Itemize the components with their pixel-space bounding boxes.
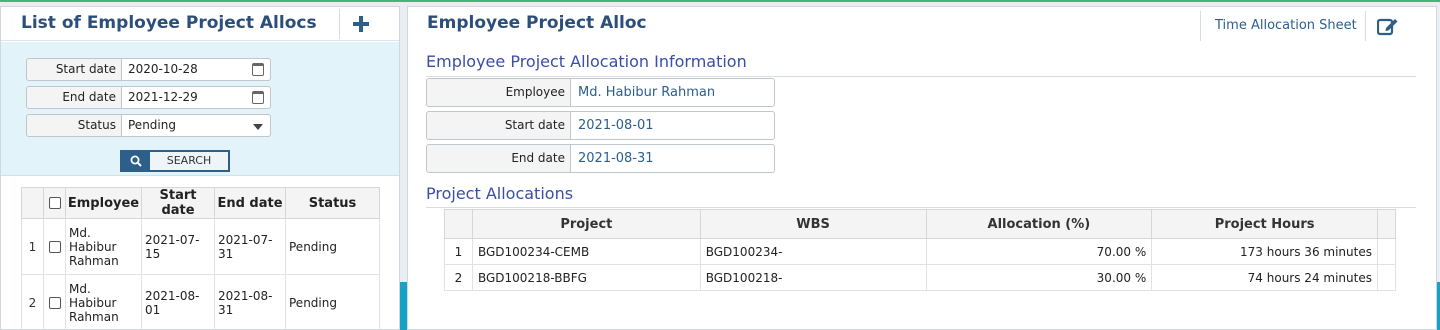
status-filter-label: Status <box>26 114 122 137</box>
calendar-icon[interactable] <box>252 91 264 104</box>
wbs-cell: BGD100218- <box>699 264 927 291</box>
end-date-cell: 2021-08-31 <box>214 274 286 330</box>
employee-cell: Md. Habibur Rahman <box>65 218 142 275</box>
start-date-filter-value: 2020-10-28 <box>128 62 198 76</box>
project-hours-cell: 173 hours 36 minutes <box>1151 238 1378 265</box>
project-allocations-table: Project WBS Allocation (%) Project Hours… <box>444 209 1397 291</box>
status-column-header[interactable]: Status <box>285 187 380 219</box>
project-hours-cell: 74 hours 24 minutes <box>1151 264 1378 291</box>
row-number: 1 <box>21 218 44 275</box>
allocation-cell: 30.00 % <box>925 264 1153 291</box>
row-checkbox[interactable] <box>48 241 61 253</box>
status-cell: Pending <box>285 218 380 275</box>
employee-cell: Md. Habibur Rahman <box>65 274 142 330</box>
row-spacer <box>1376 264 1397 291</box>
table-row[interactable]: 1 BGD100234-CEMB BGD100234- 70.00 % 173 … <box>444 238 1397 265</box>
row-number: 2 <box>444 264 473 291</box>
row-number: 1 <box>444 238 473 265</box>
status-select[interactable]: Pending <box>122 114 271 137</box>
list-title: List of Employee Project Allocs <box>21 13 317 33</box>
start-date-cell: 2021-07-15 <box>141 218 215 275</box>
allocation-column-header[interactable]: Allocation (%) <box>925 209 1153 239</box>
row-checkbox[interactable] <box>48 297 61 309</box>
row-select-cell <box>43 274 66 330</box>
detail-title: Employee Project Alloc <box>427 13 647 33</box>
calendar-icon[interactable] <box>252 63 264 76</box>
row-number: 2 <box>21 274 44 330</box>
search-icon <box>122 152 150 170</box>
employee-field-value[interactable]: Md. Habibur Rahman <box>571 78 775 107</box>
start-date-field: Start date 2021-08-01 <box>426 111 775 140</box>
select-all-checkbox[interactable] <box>48 197 61 209</box>
employee-alloc-detail-panel: Employee Project Alloc Time Allocation S… <box>407 6 1437 330</box>
plus-icon <box>352 16 369 32</box>
edit-icon <box>1376 18 1397 36</box>
row-spacer <box>1376 238 1397 265</box>
status-cell: Pending <box>285 274 380 330</box>
status-filter: Status Pending <box>26 114 271 137</box>
end-date-field-value: 2021-08-31 <box>571 144 775 173</box>
row-select-cell <box>43 218 66 275</box>
wbs-column-header[interactable]: WBS <box>699 209 927 239</box>
start-date-cell: 2021-08-01 <box>141 274 215 330</box>
list-header: List of Employee Project Allocs <box>1 7 399 41</box>
section-divider <box>426 76 1416 77</box>
start-date-filter-input[interactable]: 2020-10-28 <box>122 58 271 81</box>
filter-panel: Start date 2020-10-28 End date 2021-12-2… <box>1 42 399 176</box>
table-row[interactable]: 1 Md. Habibur Rahman 2021-07-15 2021-07-… <box>21 218 380 275</box>
employee-field-label: Employee <box>426 78 571 107</box>
start-date-filter-label: Start date <box>26 58 122 81</box>
end-date-filter: End date 2021-12-29 <box>26 86 271 109</box>
top-accent-line <box>0 0 1440 2</box>
table-header-row: Employee Start date End date Status <box>21 187 380 219</box>
project-cell: BGD100218-BBFG <box>471 264 701 291</box>
search-button-label: SEARCH <box>166 154 212 167</box>
allocations-section-title: Project Allocations <box>426 184 574 203</box>
start-date-filter: Start date 2020-10-28 <box>26 58 271 81</box>
chevron-down-icon <box>253 124 263 130</box>
start-date-field-label: Start date <box>426 111 571 140</box>
end-date-column-header[interactable]: End date <box>214 187 286 219</box>
end-date-cell: 2021-07-31 <box>214 218 286 275</box>
row-number-header <box>444 209 473 239</box>
end-date-filter-value: 2021-12-29 <box>128 90 198 104</box>
search-button[interactable]: SEARCH <box>120 150 230 172</box>
project-hours-column-header[interactable]: Project Hours <box>1151 209 1378 239</box>
alloc-list-table: Employee Start date End date Status 1 Md… <box>21 187 380 330</box>
project-cell: BGD100234-CEMB <box>471 238 701 265</box>
wbs-cell: BGD100234- <box>699 238 927 265</box>
add-button[interactable] <box>339 9 381 39</box>
row-number-header <box>21 187 44 219</box>
start-date-field-value: 2021-08-01 <box>571 111 775 140</box>
allocation-cell: 70.00 % <box>925 238 1153 265</box>
end-date-field-label: End date <box>426 144 571 173</box>
select-all-header <box>43 187 66 219</box>
table-row[interactable]: 2 Md. Habibur Rahman 2021-08-01 2021-08-… <box>21 274 380 330</box>
section-divider <box>426 207 1416 208</box>
info-section-title: Employee Project Allocation Information <box>426 52 747 71</box>
start-date-column-header[interactable]: Start date <box>141 187 215 219</box>
status-select-value: Pending <box>128 118 176 132</box>
edit-button[interactable] <box>1365 11 1409 41</box>
employee-alloc-list-panel: List of Employee Project Allocs Start da… <box>0 6 400 330</box>
header-spacer <box>1376 209 1397 239</box>
table-row[interactable]: 2 BGD100218-BBFG BGD100218- 30.00 % 74 h… <box>444 264 1397 291</box>
employee-field: Employee Md. Habibur Rahman <box>426 78 775 107</box>
employee-column-header[interactable]: Employee <box>65 187 142 219</box>
project-column-header[interactable]: Project <box>471 209 701 239</box>
end-date-filter-label: End date <box>26 86 122 109</box>
end-date-filter-input[interactable]: 2021-12-29 <box>122 86 271 109</box>
table-header-row: Project WBS Allocation (%) Project Hours <box>444 209 1397 239</box>
time-allocation-sheet-link[interactable]: Time Allocation Sheet <box>1200 11 1357 41</box>
end-date-field: End date 2021-08-31 <box>426 144 775 173</box>
